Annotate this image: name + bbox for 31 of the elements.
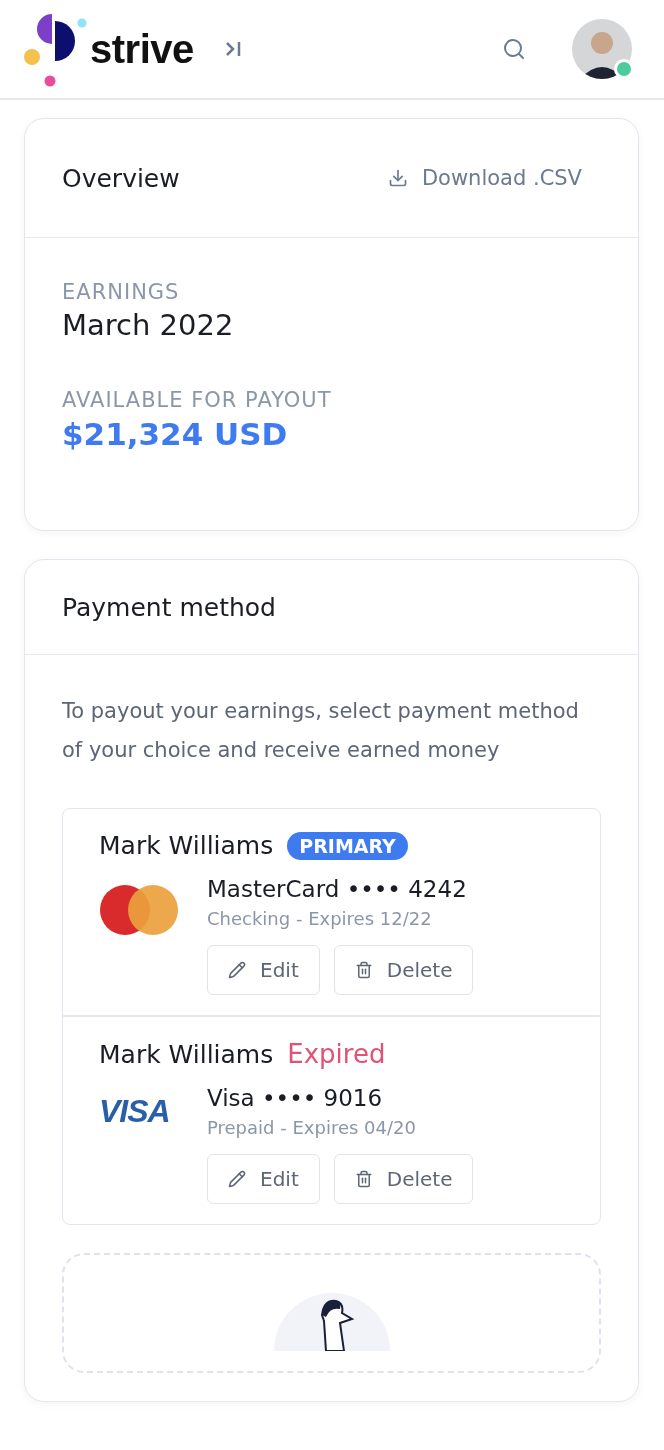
search-icon[interactable] [502, 37, 526, 61]
pencil-icon [228, 1170, 246, 1188]
card-detail: Checking - Expires 12/22 [207, 908, 433, 929]
edit-button[interactable]: Edit [207, 945, 320, 995]
delete-button[interactable]: Delete [333, 1154, 474, 1204]
avatar[interactable] [572, 19, 632, 79]
card-detail: Prepaid - Expires 04/20 [207, 1117, 417, 1138]
delete-button[interactable]: Delete [333, 945, 474, 995]
collapse-toggle-icon[interactable] [223, 40, 242, 58]
card-holder: Mark Williams [99, 1039, 274, 1069]
card-holder: Mark Williams [99, 831, 274, 860]
card-number: Visa •••• 9016 [207, 1085, 384, 1111]
trash-icon [354, 961, 373, 979]
payment-description: To payout your earnings, select payment method of your choice and receive earned money [62, 698, 580, 764]
expired-label: Expired [287, 1039, 386, 1069]
payout-amount: $21,324 USD [62, 416, 289, 452]
earnings-period: March 2022 [62, 308, 235, 342]
earnings-label: EARNINGS [62, 280, 181, 304]
visa-logo: VISA [99, 1093, 170, 1131]
edit-button[interactable]: Edit [207, 1154, 320, 1204]
logo-text: strive [90, 26, 194, 72]
card-title: Payment method [62, 592, 276, 622]
download-csv-button[interactable]: Download .CSV [387, 166, 582, 190]
payout-label: AVAILABLE FOR PAYOUT [62, 388, 333, 412]
card-title: Overview [62, 163, 180, 193]
download-icon [387, 168, 408, 188]
logo-icon [24, 11, 88, 87]
pencil-icon [228, 961, 246, 979]
card-number: MasterCard •••• 4242 [207, 876, 468, 902]
trash-icon [354, 1170, 373, 1188]
primary-badge: PRIMARY [287, 831, 408, 860]
